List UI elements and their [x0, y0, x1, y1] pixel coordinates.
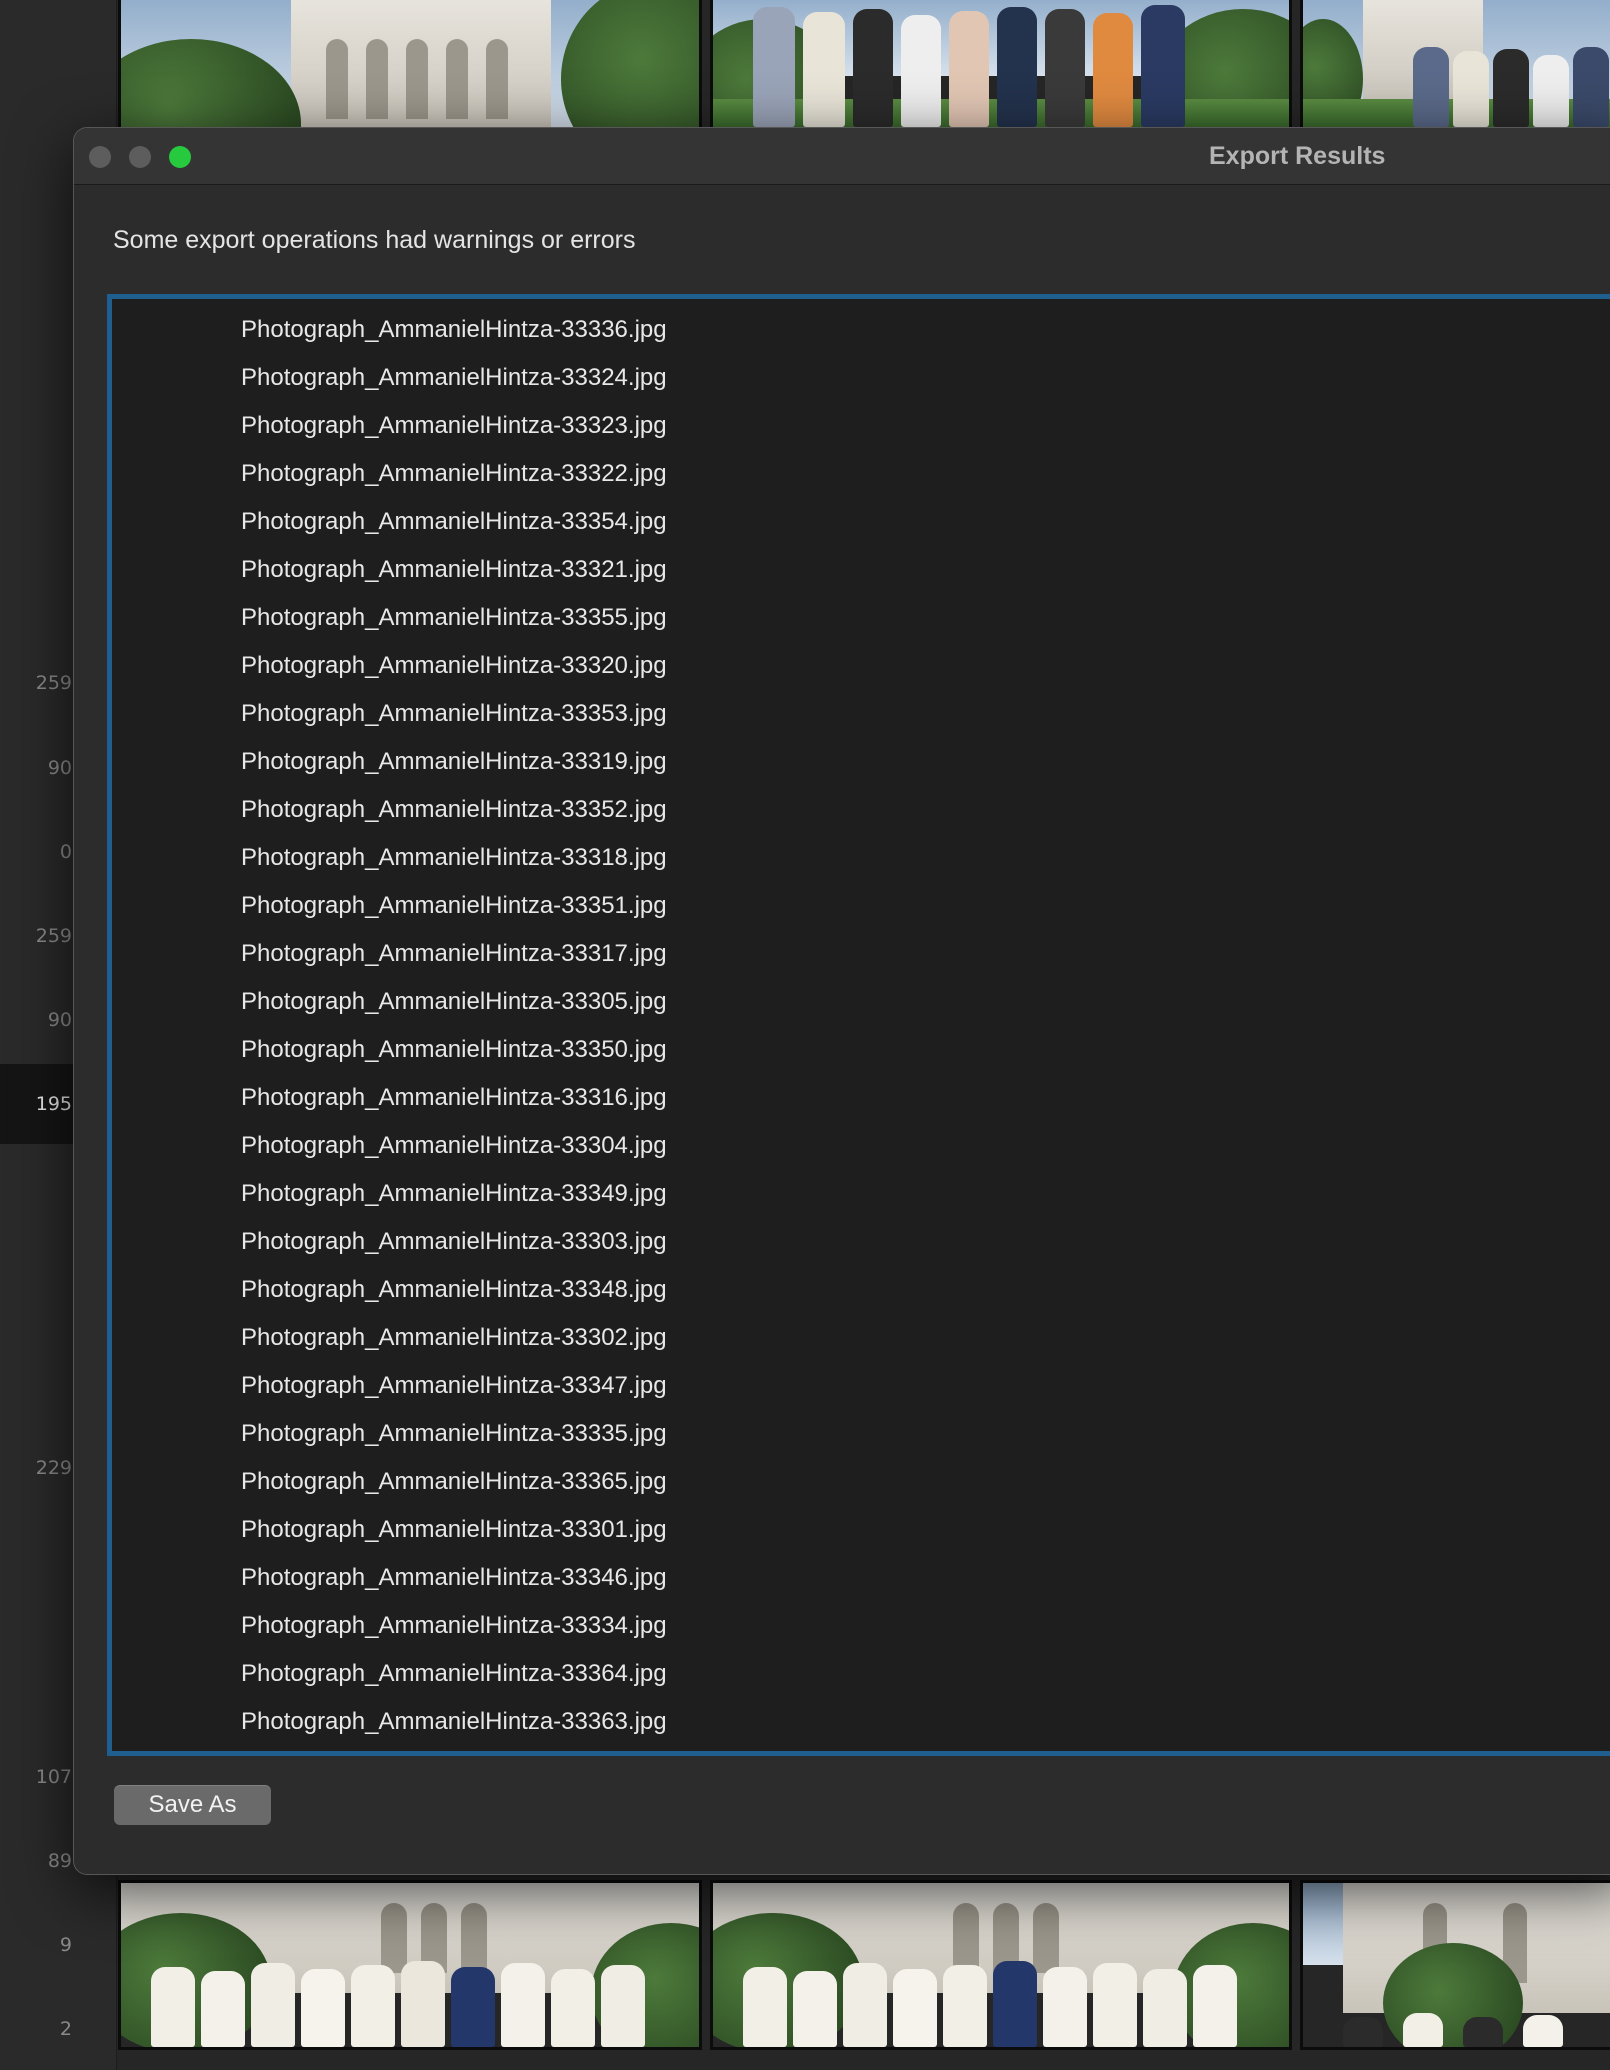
file-list-item[interactable]: Photograph_AmmanielHintza-33336.jpg: [112, 306, 1610, 354]
file-list-item[interactable]: Photograph_AmmanielHintza-33365.jpg: [112, 1458, 1610, 1506]
file-list-item[interactable]: Photograph_AmmanielHintza-33302.jpg: [112, 1314, 1610, 1362]
photo-thumbnail[interactable]: [1300, 0, 1610, 130]
file-list-item[interactable]: Photograph_AmmanielHintza-33351.jpg: [112, 882, 1610, 930]
close-window-button[interactable]: [89, 146, 111, 168]
save-as-button[interactable]: Save As: [114, 1785, 271, 1825]
maximize-window-button[interactable]: [169, 146, 191, 168]
file-list-item[interactable]: Photograph_AmmanielHintza-33363.jpg: [112, 1698, 1610, 1746]
file-list-item[interactable]: Photograph_AmmanielHintza-33301.jpg: [112, 1506, 1610, 1554]
file-list-item[interactable]: Photograph_AmmanielHintza-33322.jpg: [112, 450, 1610, 498]
file-list-item[interactable]: Photograph_AmmanielHintza-33348.jpg: [112, 1266, 1610, 1314]
photo-thumbnail[interactable]: [710, 1880, 1292, 2050]
export-results-list[interactable]: Photograph_AmmanielHintza-33336.jpg Photo…: [107, 294, 1610, 1756]
sidebar-number: 259: [35, 672, 72, 694]
file-list-item[interactable]: Photograph_AmmanielHintza-33318.jpg: [112, 834, 1610, 882]
window-title: Export Results: [1209, 142, 1386, 170]
file-list-item[interactable]: Photograph_AmmanielHintza-33335.jpg: [112, 1410, 1610, 1458]
file-list-item[interactable]: Photograph_AmmanielHintza-33323.jpg: [112, 402, 1610, 450]
file-list-item[interactable]: Photograph_AmmanielHintza-33304.jpg: [112, 1122, 1610, 1170]
sidebar-number: 90: [47, 757, 72, 779]
sidebar-number: 107: [35, 1766, 72, 1788]
file-list-item[interactable]: Photograph_AmmanielHintza-33317.jpg: [112, 930, 1610, 978]
sidebar-number: 90: [47, 1009, 72, 1031]
sidebar-number: 9: [59, 1934, 72, 1956]
photo-thumbnail[interactable]: [118, 0, 702, 130]
photo-thumbnail[interactable]: [710, 0, 1292, 130]
file-list-item[interactable]: Photograph_AmmanielHintza-33364.jpg: [112, 1650, 1610, 1698]
file-list-item[interactable]: Photograph_AmmanielHintza-33316.jpg: [112, 1074, 1610, 1122]
sidebar-number: 89: [47, 1850, 72, 1872]
file-list-item[interactable]: Photograph_AmmanielHintza-33347.jpg: [112, 1362, 1610, 1410]
file-list-item[interactable]: Photograph_AmmanielHintza-33320.jpg: [112, 642, 1610, 690]
sidebar-number: 0: [59, 841, 72, 863]
export-status-message: Some export operations had warnings or e…: [113, 226, 636, 254]
photo-thumbnail[interactable]: [118, 1880, 702, 2050]
file-list-item[interactable]: Photograph_AmmanielHintza-33321.jpg: [112, 546, 1610, 594]
file-list-item[interactable]: Photograph_AmmanielHintza-33346.jpg: [112, 1554, 1610, 1602]
file-list-item[interactable]: Photograph_AmmanielHintza-33355.jpg: [112, 594, 1610, 642]
file-list-item[interactable]: Photograph_AmmanielHintza-33353.jpg: [112, 690, 1610, 738]
sidebar-number-active: 195: [35, 1093, 72, 1115]
file-list-item[interactable]: Photograph_AmmanielHintza-33305.jpg: [112, 978, 1610, 1026]
file-list-item[interactable]: Photograph_AmmanielHintza-33334.jpg: [112, 1602, 1610, 1650]
dialog-titlebar[interactable]: Export Results: [74, 128, 1610, 185]
file-list-item[interactable]: Photograph_AmmanielHintza-33352.jpg: [112, 786, 1610, 834]
minimize-window-button[interactable]: [129, 146, 151, 168]
sidebar-number: 259: [35, 925, 72, 947]
photo-thumbnail[interactable]: [1300, 1880, 1610, 2050]
sidebar-number: 2: [59, 2018, 72, 2040]
file-list-item[interactable]: Photograph_AmmanielHintza-33350.jpg: [112, 1026, 1610, 1074]
sidebar-number: 229: [35, 1457, 72, 1479]
file-list: Photograph_AmmanielHintza-33336.jpg Photo…: [112, 306, 1610, 1746]
export-results-dialog: Export Results Some export operations ha…: [73, 127, 1610, 1875]
file-list-item[interactable]: Photograph_AmmanielHintza-33324.jpg: [112, 354, 1610, 402]
file-list-item[interactable]: Photograph_AmmanielHintza-33354.jpg: [112, 498, 1610, 546]
file-list-item[interactable]: Photograph_AmmanielHintza-33303.jpg: [112, 1218, 1610, 1266]
file-list-item[interactable]: Photograph_AmmanielHintza-33349.jpg: [112, 1170, 1610, 1218]
file-list-item[interactable]: Photograph_AmmanielHintza-33319.jpg: [112, 738, 1610, 786]
